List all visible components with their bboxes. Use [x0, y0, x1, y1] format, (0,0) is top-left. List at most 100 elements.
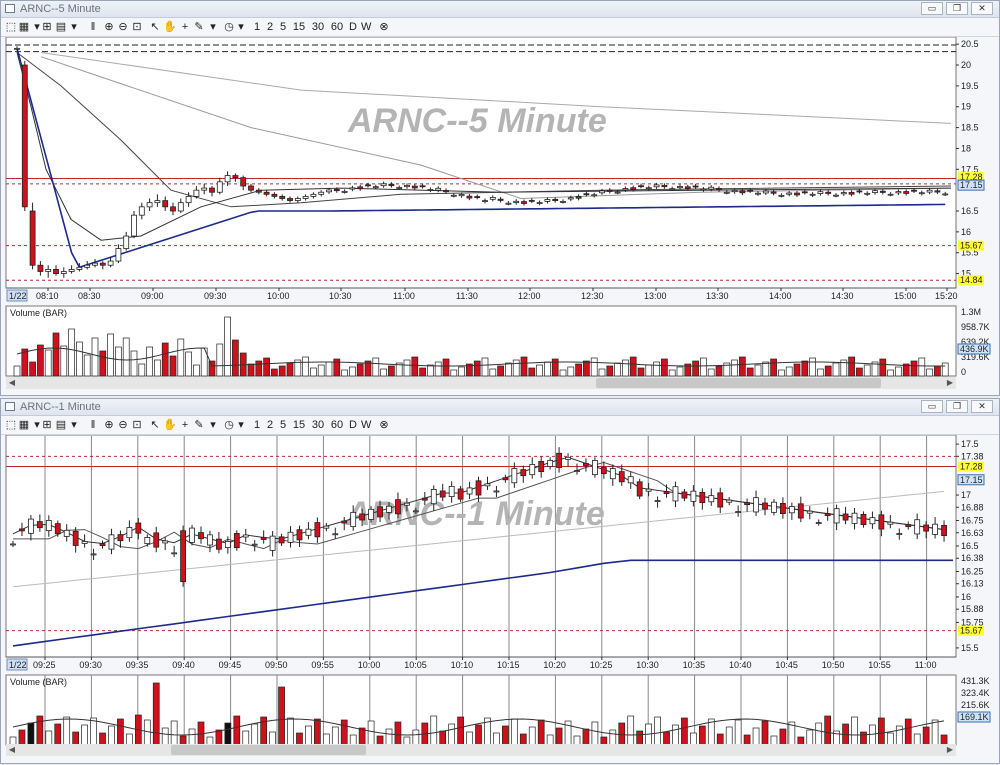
volume-bar[interactable] [637, 367, 645, 377]
chart-toolbar[interactable]: ⬚ ▦ ▾ ⊞ ▤ ▾ ‖ ⊕ ⊖ ⊡ ↖ ✋ + ✎ ▾ ◷ ▾ 1 2 5 15 30 60 D W ⊗ [1, 416, 999, 435]
candle-body[interactable] [395, 499, 401, 515]
candle-body[interactable] [117, 534, 124, 542]
layout-dropdown-icon[interactable]: ▾ [68, 418, 80, 432]
minimize-button[interactable]: ▭ [921, 2, 943, 15]
candle-body[interactable] [560, 201, 566, 203]
volume-bar[interactable] [809, 357, 816, 377]
volume-bar[interactable] [856, 367, 863, 377]
volume-bar[interactable] [154, 359, 161, 377]
candle-body[interactable] [896, 533, 903, 535]
candle-body[interactable] [493, 490, 500, 493]
volume-bar[interactable] [91, 337, 99, 377]
candle-body[interactable] [591, 194, 598, 197]
zoom-in-icon[interactable]: ⊕ [103, 20, 115, 34]
candle-body[interactable] [263, 191, 270, 195]
candle-body[interactable] [544, 199, 551, 202]
volume-bar[interactable] [232, 339, 239, 377]
horizontal-scrollbar[interactable]: ◀ ▶ [6, 377, 956, 389]
candle-body[interactable] [68, 269, 75, 272]
hand-icon[interactable]: ✋ [163, 418, 177, 432]
candle-body[interactable] [21, 64, 28, 208]
volume-bar[interactable] [770, 358, 777, 377]
candle-body[interactable] [296, 529, 303, 541]
volume-bar[interactable] [806, 729, 814, 746]
candle-body[interactable] [723, 191, 730, 194]
volume-bar[interactable] [457, 716, 464, 746]
candle-body[interactable] [207, 534, 213, 546]
period-button-W[interactable]: W [361, 20, 371, 34]
volume-bar[interactable] [247, 363, 255, 377]
candle-body[interactable] [63, 529, 70, 537]
volume-bar[interactable] [475, 724, 482, 746]
candle-body[interactable] [193, 189, 200, 197]
candle-body[interactable] [386, 505, 392, 513]
candle-body[interactable] [99, 262, 106, 266]
volume-bar[interactable] [502, 725, 509, 746]
volume-bar[interactable] [746, 367, 754, 377]
volume-bar[interactable] [314, 718, 321, 746]
volume-bar[interactable] [926, 368, 933, 377]
volume-bar[interactable] [785, 366, 793, 377]
candle-body[interactable] [895, 191, 902, 194]
volume-bar[interactable] [700, 357, 707, 377]
candle-body[interactable] [209, 187, 215, 193]
candle-body[interactable] [287, 531, 294, 543]
candle-body[interactable] [770, 191, 777, 194]
volume-bar[interactable] [122, 337, 130, 377]
candle-body[interactable] [411, 185, 418, 189]
volume-bar[interactable] [489, 368, 497, 377]
candle-body[interactable] [53, 269, 59, 274]
volume-bar[interactable] [559, 369, 567, 377]
candle-body[interactable] [108, 534, 115, 550]
candle-body[interactable] [294, 198, 301, 201]
volume-bar[interactable] [278, 365, 286, 377]
candle-body[interactable] [599, 190, 605, 194]
volume-bar[interactable] [130, 350, 138, 377]
volume-bar[interactable] [271, 368, 278, 377]
candle-body[interactable] [911, 189, 917, 192]
clock-dropdown-icon[interactable]: ▾ [235, 20, 247, 34]
volume-bar[interactable] [434, 361, 442, 377]
candle-body[interactable] [653, 184, 660, 188]
candle-body[interactable] [107, 260, 114, 266]
volume-bar[interactable] [622, 359, 629, 377]
candle-body[interactable] [36, 521, 43, 529]
candle-body[interactable] [153, 532, 160, 548]
zoom-icon[interactable]: ▦ [18, 20, 30, 34]
candle-body[interactable] [914, 519, 921, 535]
volume-bar[interactable] [349, 366, 356, 377]
candle-body[interactable] [887, 193, 894, 196]
candle-body[interactable] [574, 470, 580, 472]
grid-icon[interactable]: ⊞ [41, 20, 53, 34]
period-button-15[interactable]: 15 [291, 20, 307, 34]
volume-bar[interactable] [367, 720, 375, 746]
volume-bar[interactable] [590, 357, 598, 377]
volume-bar[interactable] [510, 718, 518, 746]
candle-body[interactable] [755, 192, 761, 195]
candle-body[interactable] [815, 522, 822, 524]
draw-icon[interactable]: ✎ [193, 20, 205, 34]
volume-bar[interactable] [45, 730, 53, 746]
layout-icon[interactable]: ▤ [55, 20, 67, 34]
candle-body[interactable] [466, 487, 473, 495]
volume-bar[interactable] [878, 717, 885, 746]
volume-bar[interactable] [68, 328, 75, 377]
volume-bar[interactable] [931, 719, 939, 746]
volume-bar[interactable] [287, 717, 294, 746]
volume-bar[interactable] [83, 354, 91, 377]
volume-bar[interactable] [653, 361, 660, 377]
volume-bar[interactable] [824, 715, 832, 746]
period-button-5[interactable]: 5 [278, 20, 288, 34]
volume-bar[interactable] [29, 361, 36, 377]
volume-bar[interactable] [385, 728, 393, 746]
volume-bar[interactable] [879, 358, 887, 377]
scroll-left-arrow[interactable]: ◀ [6, 744, 18, 756]
period-button-D[interactable]: D [348, 418, 358, 432]
candle-body[interactable] [412, 510, 419, 513]
volume-bar[interactable] [388, 365, 395, 377]
volume-bar[interactable] [762, 361, 770, 377]
volume-bar[interactable] [848, 356, 855, 377]
candle-body[interactable] [942, 193, 949, 196]
volume-bar[interactable] [754, 364, 762, 377]
candle-body[interactable] [833, 508, 840, 524]
